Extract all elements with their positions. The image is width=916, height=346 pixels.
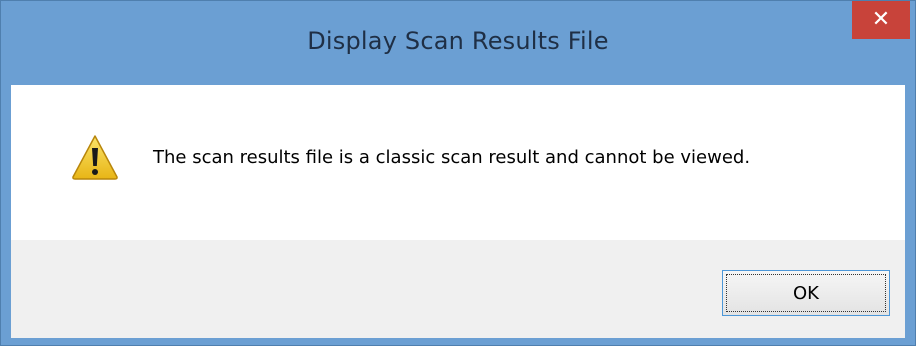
close-icon: ✕ — [871, 7, 891, 32]
ok-button[interactable]: OK — [722, 270, 890, 316]
message-text: The scan results file is a classic scan … — [153, 147, 751, 168]
close-button[interactable]: ✕ — [852, 1, 910, 39]
button-bar: OK — [11, 240, 905, 338]
title-bar[interactable]: Display Scan Results File ✕ — [1, 1, 915, 85]
dialog-title: Display Scan Results File — [307, 27, 609, 55]
warning-icon — [72, 135, 118, 180]
ok-button-label: OK — [793, 282, 819, 304]
dialog-body: The scan results file is a classic scan … — [11, 85, 905, 338]
message-area: The scan results file is a classic scan … — [11, 85, 905, 240]
dialog-window: Display Scan Results File ✕ The scan res… — [0, 0, 916, 346]
